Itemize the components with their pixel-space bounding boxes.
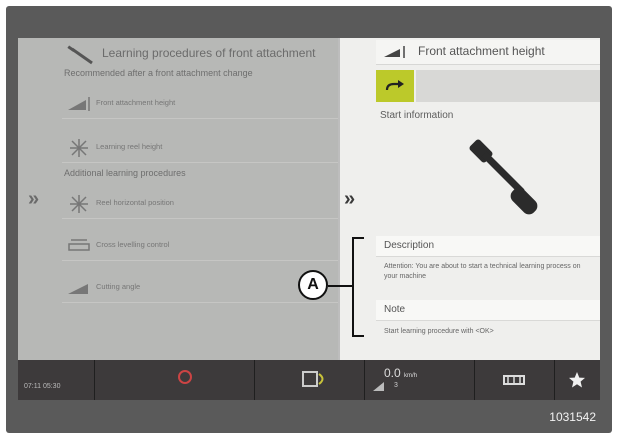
warning-indicator-icon [178,370,192,384]
header-attachment-icon [503,375,525,385]
header-status-icon [302,371,324,387]
note-label: Note [384,304,406,315]
cross-levelling-icon [68,239,90,251]
reel-horizontal-icon [70,195,88,213]
start-information-label: Start information [380,110,454,121]
list-item-label: Cross levelling control [96,240,170,249]
status-section-alerts[interactable] [94,360,255,400]
gear-shift-icon [373,382,384,391]
attachment-height-icon [68,97,90,111]
status-section-time: 07:11 05:30 [18,360,95,400]
list-item-label: Learning reel height [96,142,163,151]
gear-value: 3 [394,382,398,389]
speed-value: 0.0 [384,366,401,380]
list-item-reel-horizontal-position[interactable]: Reel horizontal position [62,190,338,219]
list-item-learning-reel-height[interactable]: Learning reel height [62,134,338,163]
status-section-favorite[interactable] [554,360,600,400]
callout-label: A [298,270,328,300]
reel-icon [70,139,88,157]
status-section-header[interactable] [474,360,555,400]
terminal-screen: Learning procedures of front attachment … [18,38,600,360]
status-section-speed [364,360,475,400]
star-icon [569,372,585,388]
description-header: Description [376,236,600,257]
note-header: Note [376,300,600,321]
screwdriver-icon [469,139,538,215]
callout-bracket [352,237,364,337]
chevron-icon[interactable]: » [344,188,355,211]
list-item-label: Front attachment height [96,98,176,107]
list-item-label: Reel horizontal position [96,198,174,207]
start-button[interactable] [376,70,414,102]
list-item-label: Cutting angle [96,282,141,291]
cutting-angle-icon [68,284,88,294]
note-text: Start learning procedure with <OK> [384,328,494,335]
section-recommended: Recommended after a front attachment cha… [64,68,253,78]
panel-title-text: Learning procedures of front attachment [102,46,316,60]
status-bar: 07:11 05:30 0.0 km/h 3 [18,360,600,400]
detail-header: Front attachment height [376,40,600,65]
detail-title: Front attachment height [418,44,545,58]
panel-title: Learning procedures of front attachment [66,44,338,66]
speed-readout: 0.0 km/h [384,366,417,380]
section-additional: Additional learning procedures [64,168,186,178]
status-section-machine[interactable] [254,360,365,400]
procedure-detail-panel: » Front attachment height Start informat… [340,38,600,360]
description-text: Attention: You are about to start a tech… [384,263,581,280]
screwdriver-icon [67,45,93,65]
arrow-right-icon [385,80,404,91]
list-item-cross-levelling-control[interactable]: Cross levelling control [62,232,338,261]
description-label: Description [384,240,435,251]
learning-procedures-panel: Learning procedures of front attachment … [18,38,338,360]
attachment-height-icon [384,46,405,58]
expand-chevron-icon[interactable]: » [28,188,39,211]
callout-leader-line [328,285,352,287]
clock-readout: 07:11 05:30 [24,383,61,390]
speed-unit: km/h [404,373,418,379]
list-item-cutting-angle[interactable]: Cutting angle [62,274,338,303]
toolbar-strip [416,70,600,102]
figure-code: 1031542 [549,410,596,424]
list-item-front-attachment-height[interactable]: Front attachment height [62,90,338,119]
